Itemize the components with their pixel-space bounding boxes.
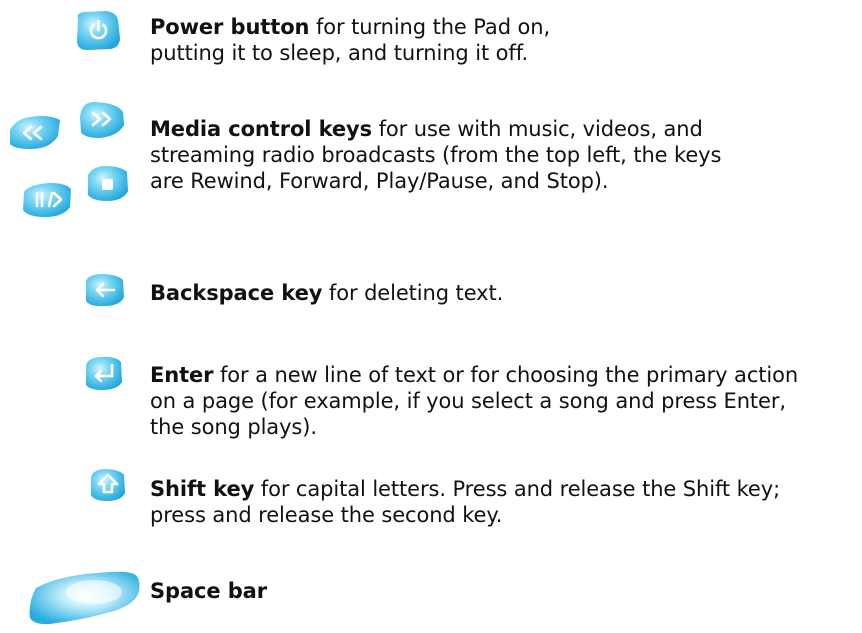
space-bar-icon xyxy=(66,580,122,604)
power-title: Power button xyxy=(150,15,310,39)
space-title: Space bar xyxy=(150,579,267,603)
media-title: Media control keys xyxy=(150,117,373,141)
entry-media: Media control keys for use with music, v… xyxy=(0,100,862,250)
enter-description: Enter for a new line of text or for choo… xyxy=(150,362,850,440)
enter-line-3: the song plays). xyxy=(150,415,317,439)
entry-shift: Shift key for capital letters. Press and… xyxy=(0,464,862,534)
space-description: Space bar xyxy=(150,578,850,604)
entry-enter: Enter for a new line of text or for choo… xyxy=(0,352,862,452)
shift-line-2: press and release the second key. xyxy=(150,503,503,527)
media-description: Media control keys for use with music, v… xyxy=(150,116,850,194)
stop-icon xyxy=(102,179,113,190)
backspace-line-1: for deleting text. xyxy=(322,281,504,305)
power-line-2: putting it to sleep, and turning it off. xyxy=(150,41,529,65)
enter-title: Enter xyxy=(150,363,214,387)
entry-power: Power button for turning the Pad on, put… xyxy=(0,0,862,90)
shift-line-1: for capital letters. Press and release t… xyxy=(254,477,781,501)
space-bar-key xyxy=(29,571,140,625)
shift-title: Shift key xyxy=(150,477,255,501)
media-line-2: streaming radio broadcasts (from the top… xyxy=(150,143,722,167)
media-keys xyxy=(10,101,128,217)
shift-key xyxy=(91,469,125,501)
backspace-title: Backspace key xyxy=(150,281,323,305)
enter-key xyxy=(86,356,122,390)
enter-line-1: for a new line of text or for choosing t… xyxy=(213,363,799,387)
backspace-description: Backspace key for deleting text. xyxy=(150,280,850,306)
shift-description: Shift key for capital letters. Press and… xyxy=(150,476,850,528)
backspace-key xyxy=(86,274,124,307)
power-description: Power button for turning the Pad on, put… xyxy=(150,14,850,66)
entry-space: Space bar xyxy=(0,562,862,633)
power-key xyxy=(77,11,120,50)
media-line-1: for use with music, videos, and xyxy=(372,117,703,141)
power-line-1: for turning the Pad on, xyxy=(309,15,551,39)
enter-line-2: on a page (for example, if you select a … xyxy=(150,389,786,413)
media-line-3: are Rewind, Forward, Play/Pause, and Sto… xyxy=(150,169,609,193)
entry-backspace: Backspace key for deleting text. xyxy=(0,270,862,330)
